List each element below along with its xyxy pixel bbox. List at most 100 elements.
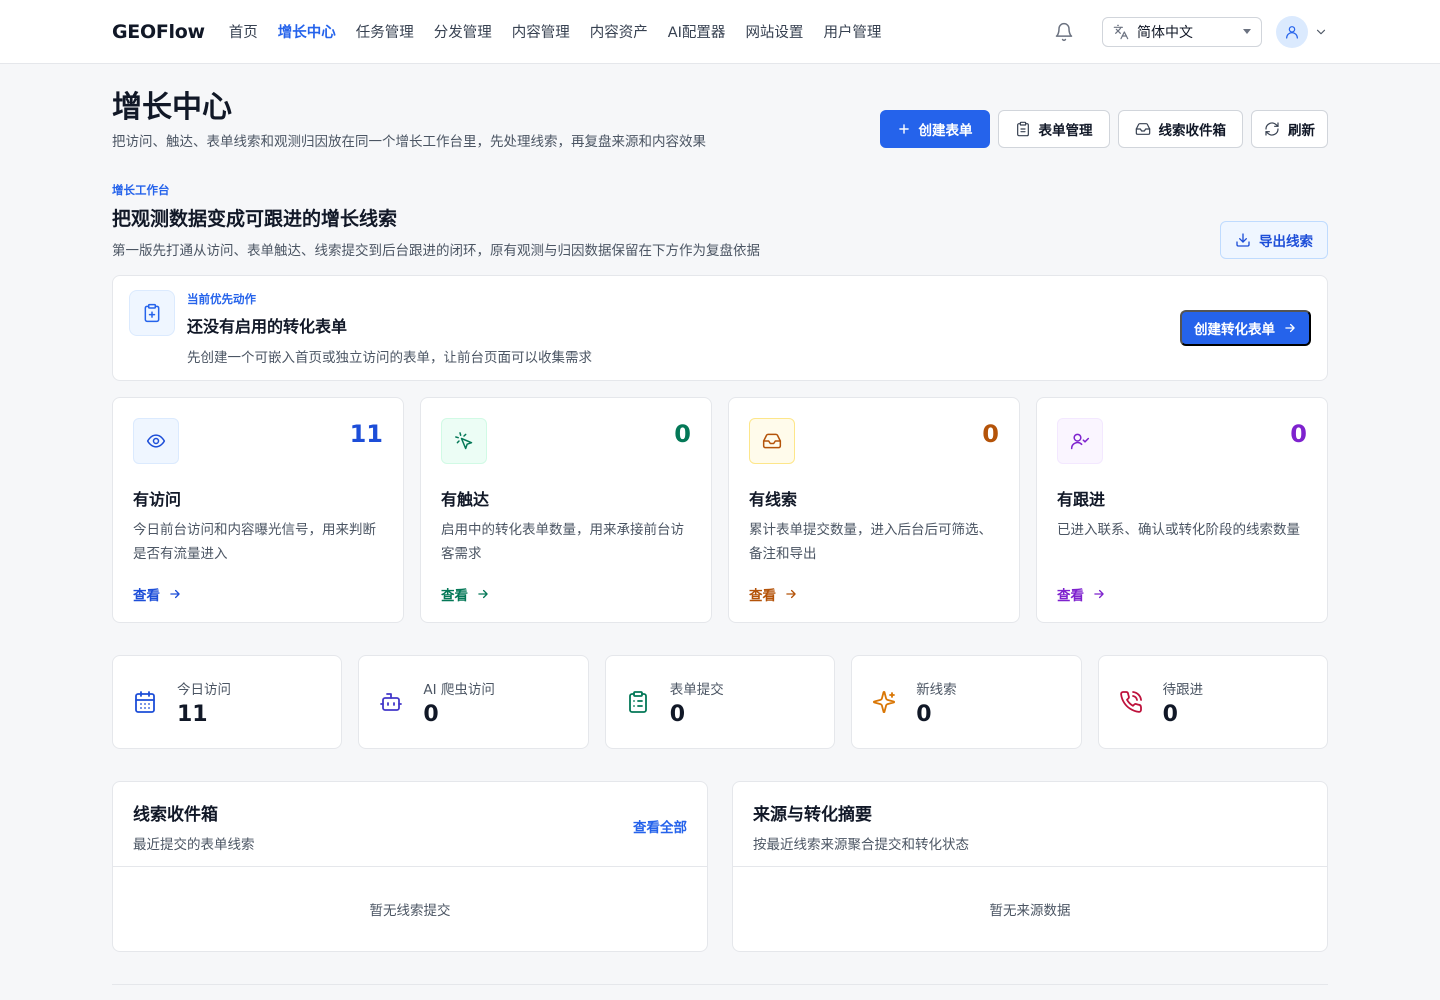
nav-item-growth-center[interactable]: 增长中心: [268, 21, 346, 42]
stat-pending-followup: 待跟进 0: [1097, 655, 1328, 749]
lead-inbox-button[interactable]: 线索收件箱: [1117, 110, 1243, 148]
stat-new-leads: 新线索 0: [851, 655, 1082, 749]
card-icon-box: [133, 418, 179, 464]
divider: [112, 984, 1328, 985]
refresh-button[interactable]: 刷新: [1251, 110, 1328, 148]
page-header: 增长中心 把访问、触达、表单线索和观测归因放在同一个增长工作台里，先处理线索，再…: [112, 90, 1328, 150]
eye-icon: [146, 434, 166, 448]
top-navbar: GEOFlow 首页 增长中心 任务管理 分发管理 内容管理 内容资产 AI配置…: [0, 0, 1440, 64]
panel-header: 线索收件箱 最近提交的表单线索 查看全部: [113, 782, 707, 867]
card-view-link[interactable]: 查看: [1057, 584, 1307, 604]
page-description: 把访问、触达、表单线索和观测归因放在同一个增长工作台里，先处理线索，再复盘来源和…: [112, 134, 706, 150]
nav-item-users[interactable]: 用户管理: [813, 21, 891, 42]
arrow-right-icon: [1285, 323, 1295, 333]
priority-action-card: 当前优先动作 还没有启用的转化表单 先创建一个可嵌入首页或独立访问的表单，让前台…: [112, 275, 1328, 381]
language-value: 简体中文: [1137, 24, 1193, 41]
bottom-panels: 线索收件箱 最近提交的表单线索 查看全部 暂无线索提交 来源与转化摘要 按最近线…: [112, 781, 1328, 952]
priority-eyebrow: 当前优先动作: [187, 291, 256, 306]
stat-ai-crawler: AI 爬虫访问 0: [358, 655, 589, 749]
nav-item-distribution[interactable]: 分发管理: [424, 21, 502, 42]
inbox-icon: [762, 433, 782, 449]
notification-button[interactable]: [1046, 14, 1082, 50]
view-all-link[interactable]: 查看全部: [633, 816, 687, 836]
nav-item-ai-config[interactable]: AI配置器: [658, 21, 736, 42]
form-manage-button[interactable]: 表单管理: [997, 110, 1110, 148]
panel-header: 来源与转化摘要 按最近线索来源聚合提交和转化状态: [733, 782, 1327, 867]
card-value: 0: [674, 420, 691, 448]
workbench-description: 第一版先打通从访问、表单触达、线索提交到后台跟进的闭环，原有观测与归因数据保留在…: [112, 243, 760, 259]
card-icon-box: [1057, 418, 1103, 464]
funnel-cards: 11 有访问 今日前台访问和内容曝光信号，用来判断是否有流量进入 查看 0 有触…: [112, 397, 1328, 623]
clipboard-list-icon: [628, 691, 647, 713]
card-view-link[interactable]: 查看: [441, 584, 691, 604]
card-icon-box: [749, 418, 795, 464]
card-title: 有访问: [133, 490, 182, 509]
nav-item-tasks[interactable]: 任务管理: [346, 21, 424, 42]
workbench-header: 增长工作台 把观测数据变成可跟进的增长线索 第一版先打通从访问、表单触达、线索提…: [112, 182, 1328, 259]
card-description: 已进入联系、确认或转化阶段的线索数量: [1057, 522, 1300, 538]
form-manage-label: 表单管理: [1038, 123, 1093, 138]
chevron-down-icon: [1316, 29, 1326, 34]
funnel-card-followup: 0 有跟进 已进入联系、确认或转化阶段的线索数量 查看: [1036, 397, 1328, 623]
clipboard-plus-icon: [129, 290, 175, 336]
header-actions: 创建表单 表单管理 线索收件箱 刷新: [879, 110, 1328, 148]
panel-title: 来源与转化摘要: [753, 805, 872, 825]
export-leads-label: 导出线索: [1259, 234, 1313, 249]
workbench-eyebrow: 增长工作台: [112, 183, 170, 197]
workbench-title: 把观测数据变成可跟进的增长线索: [112, 208, 398, 230]
export-leads-button[interactable]: 导出线索: [1220, 221, 1328, 259]
user-icon: [1286, 25, 1298, 39]
calendar-icon: [135, 691, 155, 713]
source-summary-panel: 来源与转化摘要 按最近线索来源聚合提交和转化状态 暂无来源数据: [732, 781, 1328, 952]
card-description: 启用中的转化表单数量，用来承接前台访客需求: [441, 522, 684, 562]
stat-value: 0: [1162, 701, 1178, 727]
panel-description: 按最近线索来源聚合提交和转化状态: [753, 837, 969, 853]
create-form-button[interactable]: 创建表单: [879, 110, 990, 148]
robot-icon: [380, 693, 403, 711]
stat-label: 待跟进: [1162, 681, 1204, 698]
panel-description: 最近提交的表单线索: [133, 837, 255, 853]
nav-item-content-assets[interactable]: 内容资产: [580, 21, 658, 42]
create-conversion-form-label: 创建转化表单: [1194, 322, 1275, 337]
empty-state: 暂无线索提交: [369, 903, 451, 919]
download-icon: [1236, 233, 1250, 247]
card-icon-box: [441, 418, 487, 464]
create-form-label: 创建表单: [918, 123, 973, 138]
card-description: 累计表单提交数量，进入后台后可筛选、备注和导出: [749, 522, 992, 562]
user-menu[interactable]: [1276, 15, 1328, 48]
phone-icon: [1119, 691, 1142, 713]
nav-item-site-settings[interactable]: 网站设置: [735, 21, 813, 42]
lead-inbox-label: 线索收件箱: [1158, 123, 1227, 138]
stat-value: 0: [423, 701, 439, 727]
funnel-card-reach: 0 有触达 启用中的转化表单数量，用来承接前台访客需求 查看: [420, 397, 712, 623]
bell-icon: [1055, 22, 1073, 41]
language-select[interactable]: 简体中文: [1102, 16, 1262, 47]
card-value: 11: [349, 420, 383, 448]
top-right-controls: 简体中文: [1046, 14, 1328, 50]
priority-description: 先创建一个可嵌入首页或独立访问的表单，让前台页面可以收集需求: [187, 349, 592, 366]
stat-value: 11: [177, 701, 208, 727]
nav-item-home[interactable]: 首页: [219, 21, 268, 42]
card-value: 0: [1290, 420, 1307, 448]
card-view-link[interactable]: 查看: [133, 584, 383, 604]
card-title: 有线索: [749, 490, 798, 509]
stat-label: 表单提交: [669, 681, 724, 698]
panel-title: 线索收件箱: [133, 805, 218, 825]
page-title: 增长中心: [112, 90, 232, 125]
stat-today-visits: 今日访问 11: [112, 655, 343, 749]
main-nav: 首页 增长中心 任务管理 分发管理 内容管理 内容资产 AI配置器 网站设置 用…: [219, 21, 892, 42]
chevron-down-icon: [1243, 29, 1251, 34]
arrow-right-icon: [478, 589, 488, 599]
brand-logo[interactable]: GEOFlow: [112, 21, 205, 43]
card-link-label: 查看: [749, 588, 776, 604]
clipboard-icon: [1016, 121, 1029, 137]
refresh-icon: [1265, 122, 1279, 136]
card-title: 有触达: [441, 490, 490, 509]
stat-value: 0: [916, 701, 932, 727]
card-view-link[interactable]: 查看: [749, 584, 999, 604]
create-conversion-form-button[interactable]: 创建转化表单: [1180, 310, 1311, 346]
main-content: 增长中心 把访问、触达、表单线索和观测归因放在同一个增长工作台里，先处理线索，再…: [112, 64, 1328, 985]
priority-title: 还没有启用的转化表单: [187, 316, 348, 336]
translate-icon: [1113, 24, 1129, 39]
nav-item-content[interactable]: 内容管理: [502, 21, 580, 42]
